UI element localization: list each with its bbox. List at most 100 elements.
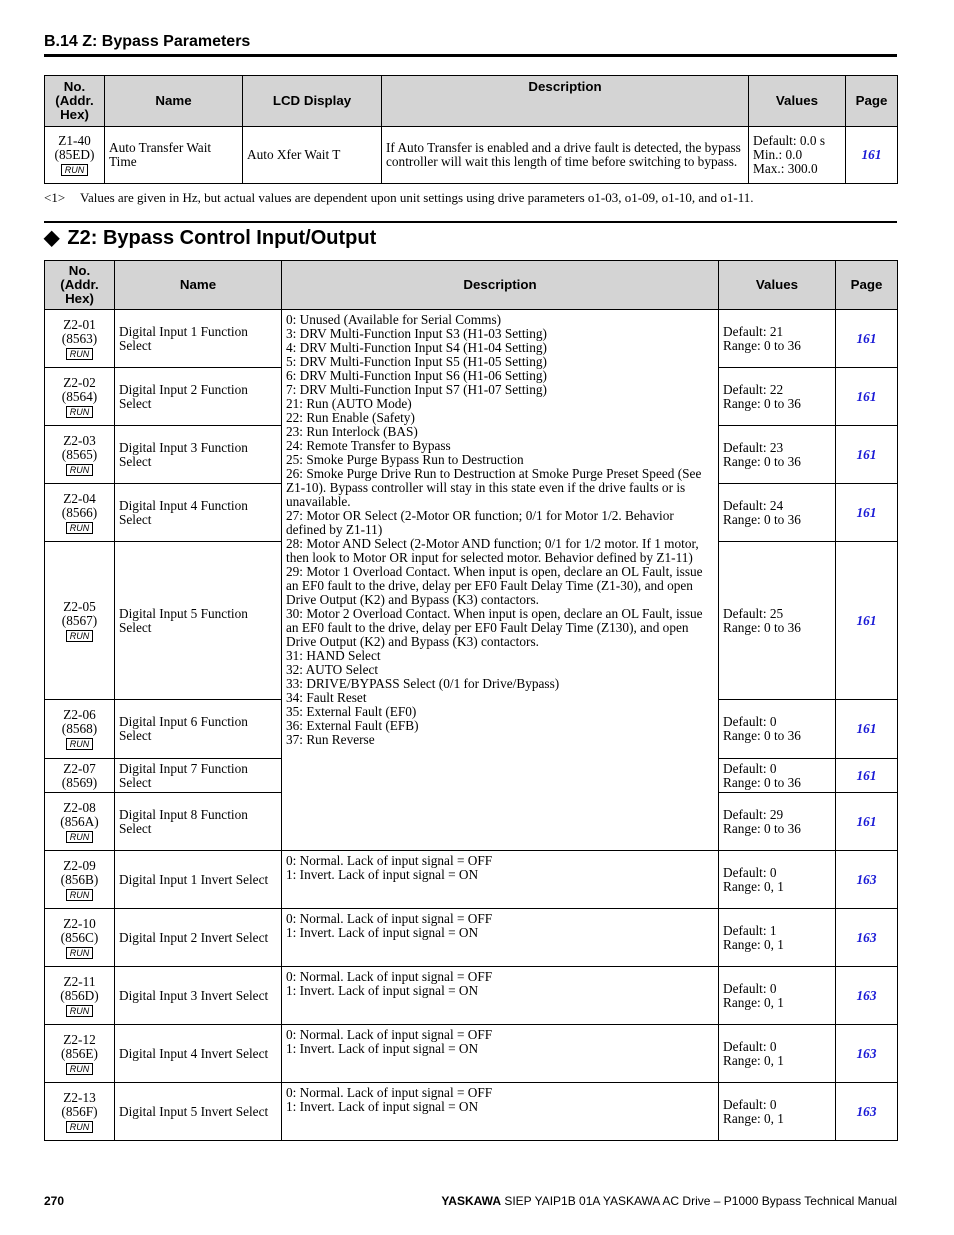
param-number-cell: Z2-11 (856D) RUN: [44, 966, 115, 1025]
table-row: Z2-12 (856E) RUN Digital Input 4 Invert Sel…: [44, 1024, 898, 1083]
page-link[interactable]: 163: [835, 1024, 898, 1083]
param-address: (85ED): [54, 147, 95, 162]
shared-description: 0: Unused (Available for Serial Comms) 3:…: [281, 309, 719, 851]
param-address: (8566): [61, 504, 98, 520]
header-name: Name: [104, 75, 243, 127]
page-link[interactable]: 161: [835, 483, 898, 542]
page-link[interactable]: 161: [835, 309, 898, 368]
param-name: Digital Input 2 Function Select: [114, 367, 282, 426]
header-name: Name: [114, 260, 282, 310]
description-option: 5: DRV Multi-Function Input S5 (H1-05 Se…: [286, 354, 547, 369]
run-badge: RUN: [65, 1004, 94, 1017]
z1-parameter-table: No. (Addr. Hex) Name LCD Display Descripti…: [44, 75, 898, 184]
value-range: Range: 0 to 36: [723, 511, 801, 527]
page-link[interactable]: 161: [835, 425, 898, 484]
param-address: (856C): [60, 929, 99, 945]
footer-doc-title: YASKAWA SIEP YAIP1B 01A YASKAWA AC Drive…: [441, 1194, 897, 1208]
description-option: 32: AUTO Select: [286, 662, 379, 677]
section-divider: [44, 221, 897, 223]
param-address: (8564): [61, 388, 98, 404]
description-option: 28: Motor AND Select (2-Motor AND functi…: [286, 536, 699, 565]
param-number: Z2-06: [63, 707, 96, 722]
param-name: Digital Input 7 Function Select: [114, 758, 282, 793]
description-option: 21: Run (AUTO Mode): [286, 396, 412, 411]
param-address: (8563): [61, 330, 98, 346]
description-option: 1: Invert. Lack of input signal = ON: [286, 1041, 479, 1056]
param-values: Default: 0 Range: 0 to 36: [718, 699, 836, 759]
param-address: (8569): [61, 774, 98, 790]
description-option: 36: External Fault (EFB): [286, 718, 419, 733]
description-option: 6: DRV Multi-Function Input S6 (H1-06 Se…: [286, 368, 547, 383]
param-values: Default: 23 Range: 0 to 36: [718, 425, 836, 484]
value-range: Range: 0, 1: [723, 994, 784, 1010]
param-number: Z2-12: [63, 1031, 96, 1047]
run-badge: RUN: [65, 830, 94, 843]
page-link[interactable]: 163: [835, 966, 898, 1025]
description-option: 31: HAND Select: [286, 648, 381, 663]
param-number: Z2-09: [63, 857, 96, 873]
value-default: Default: 29: [723, 806, 784, 822]
param-values: Default: 0 Range: 0, 1: [718, 966, 836, 1025]
value-range: Range: 0 to 36: [723, 395, 801, 411]
param-address: (856A): [60, 813, 99, 829]
param-number-cell: Z2-07 (8569): [44, 758, 115, 793]
table-row: Z2-01 (8563) RUN Digital Input 1 Function S…: [44, 309, 898, 851]
param-number: Z2-11: [63, 973, 96, 989]
page-link[interactable]: 163: [835, 908, 898, 967]
run-badge: RUN: [65, 405, 94, 418]
page-link[interactable]: 163: [835, 1082, 898, 1141]
description-option: 1: Invert. Lack of input signal = ON: [286, 983, 479, 998]
value-min: Min.: 0.0: [753, 147, 803, 162]
table-row: Z1-40 (85ED) RUN Auto Transfer Wait Time…: [44, 126, 898, 184]
value-default: Default: 0.0 s: [753, 133, 826, 148]
param-number: Z2-02: [63, 374, 96, 390]
description-option: 24: Remote Transfer to Bypass: [286, 438, 451, 453]
page-link[interactable]: 161: [845, 126, 898, 184]
param-number: Z1-40: [58, 133, 91, 148]
description-option: 0: Normal. Lack of input signal = OFF: [286, 911, 493, 926]
footnote-text: Values are given in Hz, but actual value…: [80, 190, 754, 205]
param-number-cell: Z2-09 (856B) RUN: [44, 850, 115, 909]
value-default: Default: 1: [723, 922, 777, 938]
param-description: 0: Normal. Lack of input signal = OFF 1: …: [281, 1024, 719, 1083]
value-range: Range: 0 to 36: [723, 774, 801, 790]
param-name: Digital Input 3 Function Select: [114, 425, 282, 484]
value-range: Range: 0 to 36: [723, 453, 801, 469]
run-badge: RUN: [65, 1062, 94, 1075]
table-row: Z2-13 (856F) RUN Digital Input 5 Invert Sel…: [44, 1082, 898, 1141]
header-description: Description: [281, 260, 719, 310]
value-default: Default: 0: [723, 1038, 777, 1054]
description-option: 0: Normal. Lack of input signal = OFF: [286, 969, 493, 984]
param-name: Digital Input 3 Invert Select: [114, 966, 282, 1025]
description-option: 33: DRIVE/BYPASS Select (0/1 for Drive/B…: [286, 676, 560, 691]
param-values: Default: 0 Range: 0 to 36: [718, 758, 836, 793]
page-link[interactable]: 161: [835, 758, 898, 793]
page-link[interactable]: 161: [835, 792, 898, 851]
param-address: (856D): [60, 987, 99, 1003]
description-option: 7: DRV Multi-Function Input S7 (H1-07 Se…: [286, 382, 547, 397]
description-option: 4: DRV Multi-Function Input S4 (H1-04 Se…: [286, 340, 547, 355]
page-link[interactable]: 161: [835, 541, 898, 700]
value-range: Range: 0, 1: [723, 936, 784, 952]
param-description: 0: Normal. Lack of input signal = OFF 1: …: [281, 908, 719, 967]
value-default: Default: 0: [723, 1096, 777, 1112]
page-link[interactable]: 163: [835, 850, 898, 909]
value-default: Default: 23: [723, 439, 784, 455]
param-number: Z2-10: [63, 915, 96, 931]
param-values: Default: 0.0 s Min.: 0.0 Max.: 300.0: [748, 126, 846, 184]
page-link[interactable]: 161: [835, 367, 898, 426]
param-number-cell: Z2-13 (856F) RUN: [44, 1082, 115, 1141]
param-values: Default: 0 Range: 0, 1: [718, 1024, 836, 1083]
table-header-row: No. (Addr. Hex) Name LCD Display Descripti…: [44, 75, 898, 127]
table-header-row: No. (Addr. Hex) Name Description Values Pa…: [44, 260, 898, 310]
param-number-cell: Z2-02 (8564) RUN: [44, 367, 115, 426]
page-link[interactable]: 161: [835, 699, 898, 759]
param-name: Auto Transfer Wait Time: [104, 126, 243, 184]
value-default: Default: 0: [723, 980, 777, 996]
footnote-mark: <1>: [44, 190, 66, 205]
value-range: Range: 0 to 36: [723, 337, 801, 353]
header-page: Page: [835, 260, 898, 310]
value-range: Range: 0 to 36: [723, 619, 801, 635]
param-number-cell: Z2-05 (8567) RUN: [44, 541, 115, 700]
param-number-cell: Z2-10 (856C) RUN: [44, 908, 115, 967]
